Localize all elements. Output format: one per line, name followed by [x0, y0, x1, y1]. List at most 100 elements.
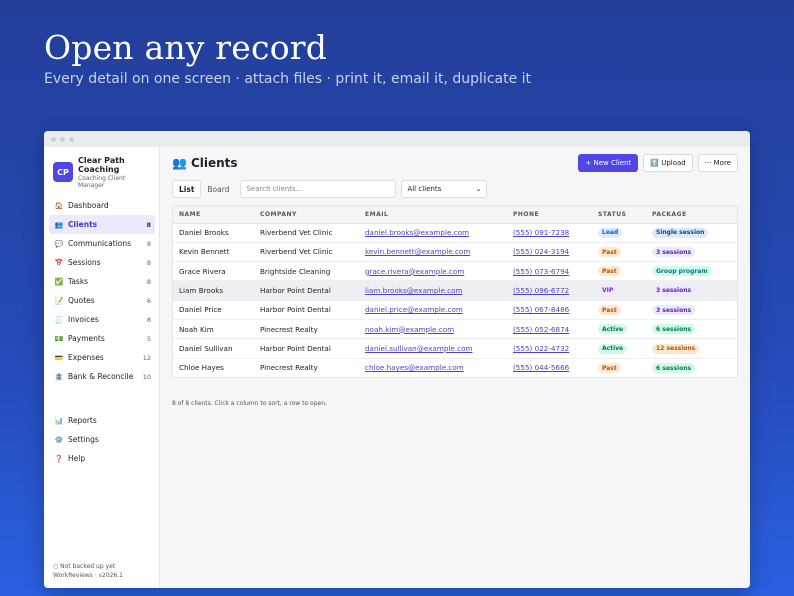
status-cell: VIP: [592, 280, 646, 301]
status-badge: Past: [598, 305, 621, 316]
sidebar-item-quotes[interactable]: 📝 Quotes 6: [49, 291, 155, 310]
status-badge: Past: [598, 247, 621, 258]
table-row[interactable]: Grace Rivera Brightside Cleaning grace.riv…: [173, 261, 737, 282]
email-link[interactable]: daniel.sullivan@example.com: [365, 344, 473, 353]
sidebar-item-reports[interactable]: 📊 Reports: [49, 411, 155, 430]
email-link[interactable]: grace.rivera@example.com: [365, 267, 464, 276]
table-row[interactable]: Noah Kim Pinecrest Realty noah.kim@example…: [173, 319, 737, 340]
sidebar-item-expenses[interactable]: 💳 Expenses 12: [49, 348, 155, 367]
sidebar-item-label: Expenses: [68, 353, 104, 362]
sidebar-item-clients[interactable]: 👥 Clients 8: [49, 215, 155, 234]
client-name-cell: Chloe Hayes: [179, 363, 224, 373]
sidebar-item-help[interactable]: ❓ Help: [49, 449, 155, 468]
sidebar-footer: ○ Not backed up yet WorkReviews · v2026.…: [53, 562, 123, 580]
window-dot-icon[interactable]: [51, 136, 56, 142]
bank-icon: 🏦: [54, 372, 64, 381]
sidebar-item-settings[interactable]: ⚙️ Settings: [49, 430, 155, 449]
window-dot-icon[interactable]: [69, 136, 74, 142]
phone-link[interactable]: (555) 096-6772: [513, 286, 569, 295]
company-cell: Riverbend Vet Clinic: [254, 223, 359, 243]
company-cell: Harbor Point Dental: [254, 338, 359, 359]
column-header-company[interactable]: COMPANY: [254, 206, 359, 224]
column-header-name[interactable]: NAME: [173, 206, 254, 224]
package-cell: 3 sessions: [646, 242, 737, 263]
phone-link[interactable]: (555) 073-6794: [513, 267, 569, 276]
package-cell: 6 sessions: [646, 319, 737, 340]
new-client-button[interactable]: + New Client: [578, 154, 639, 172]
package-cell: 3 sessions: [646, 300, 737, 320]
sidebar-item-payments[interactable]: 💵 Payments 5: [49, 329, 155, 348]
package-cell: 3 sessions: [646, 280, 737, 301]
sidebar-item-label: Quotes: [68, 296, 95, 305]
email-cell: daniel.sullivan@example.com: [359, 338, 507, 359]
phone-link[interactable]: (555) 052-6874: [513, 325, 569, 334]
sidebar-item-tasks[interactable]: ✅ Tasks 8: [49, 272, 155, 291]
backup-status: ○ Not backed up yet: [53, 563, 116, 570]
sidebar-item-label: Settings: [68, 435, 99, 444]
status-cell: Past: [592, 242, 646, 263]
view-board-tab[interactable]: Board: [201, 180, 235, 198]
phone-cell: (555) 024-3194: [507, 242, 592, 263]
email-link[interactable]: liam.brooks@example.com: [365, 286, 463, 295]
package-badge: 6 sessions: [652, 363, 696, 374]
phone-link[interactable]: (555) 022-4732: [513, 344, 569, 353]
sidebar-item-invoices[interactable]: 🧾 Invoices 8: [49, 310, 155, 329]
column-header-package[interactable]: PACKAGE: [646, 206, 737, 224]
sidebar-item-label: Payments: [68, 334, 105, 343]
client-name-cell: Kevin Bennett: [173, 242, 254, 263]
status-cell: Past: [592, 358, 646, 377]
table-row[interactable]: Kevin Bennett Riverbend Vet Clinic kevin.b…: [173, 242, 737, 263]
phone-link[interactable]: (555) 067-8486: [513, 305, 569, 314]
company-cell: Riverbend Vet Clinic: [254, 242, 359, 263]
list-toolbar: List Board Search clients... All clients…: [172, 180, 738, 198]
email-link[interactable]: noah.kim@example.com: [365, 325, 454, 334]
package-cell: 6 sessions: [646, 358, 737, 377]
package-badge: 3 sessions: [652, 305, 696, 316]
package-cell: Single session: [646, 223, 737, 243]
table-row[interactable]: Daniel Sullivan Harbor Point Dental daniel…: [173, 338, 737, 359]
sidebar-item-label: Help: [68, 454, 86, 463]
client-name-cell: Daniel Brooks: [173, 223, 254, 243]
sidebar-item-sessions[interactable]: 📅 Sessions 8: [49, 253, 155, 272]
sidebar-item-communications[interactable]: 💬 Communications 8: [49, 234, 155, 253]
filter-select[interactable]: All clients ⌄: [401, 180, 488, 198]
sidebar-item-label: Clients: [68, 220, 98, 229]
email-link[interactable]: chloe.hayes@example.com: [365, 363, 464, 372]
package-badge: 3 sessions: [652, 247, 696, 258]
phone-link[interactable]: (555) 091-7238: [513, 228, 569, 237]
memo-icon: 📝: [54, 296, 64, 305]
table-row[interactable]: Daniel Price Harbor Point Dental daniel.pr…: [173, 300, 737, 320]
header-actions: + New Client ⬆️ Upload ··· More: [578, 154, 738, 172]
table-row[interactable]: Chloe Hayes Pinecrest Realty chloe.hayes@e…: [173, 358, 737, 377]
sidebar-item-label: Invoices: [68, 315, 99, 324]
sidebar-item-dashboard[interactable]: 🏠 Dashboard: [49, 196, 155, 215]
package-badge: 3 sessions: [652, 285, 696, 296]
email-link[interactable]: daniel.price@example.com: [365, 305, 463, 314]
window-dot-icon[interactable]: [60, 136, 65, 142]
sidebar-item-bank-reconcile[interactable]: 🏦 Bank & Reconcile 10: [49, 367, 155, 386]
phone-cell: (555) 096-6772: [507, 280, 592, 301]
phone-link[interactable]: (555) 044-5666: [513, 363, 569, 372]
column-header-email[interactable]: EMAIL: [359, 206, 507, 224]
status-badge: Active: [598, 343, 628, 354]
table-row[interactable]: Liam Brooks Harbor Point Dental liam.brook…: [173, 280, 737, 301]
column-header-phone[interactable]: PHONE: [507, 206, 592, 224]
email-link[interactable]: kevin.bennett@example.com: [365, 247, 470, 256]
view-list-tab[interactable]: List: [172, 180, 202, 198]
search-input[interactable]: Search clients...: [240, 180, 397, 198]
email-cell: grace.rivera@example.com: [359, 261, 507, 282]
package-badge: 12 sessions: [652, 343, 700, 354]
sidebar-item-label: Tasks: [68, 277, 89, 286]
phone-link[interactable]: (555) 024-3194: [513, 247, 569, 256]
column-header-status[interactable]: STATUS: [592, 206, 646, 224]
table-header-row: NAME COMPANY EMAIL PHONE STATUS PACKAGE: [173, 206, 737, 224]
table-row[interactable]: Daniel Brooks Riverbend Vet Clinic daniel.…: [173, 223, 737, 243]
status-cell: Active: [592, 319, 646, 340]
company-cell: Pinecrest Realty: [254, 319, 359, 340]
more-button[interactable]: ··· More: [697, 154, 738, 172]
email-link[interactable]: daniel.brooks@example.com: [365, 228, 469, 237]
email-cell: noah.kim@example.com: [359, 319, 507, 340]
status-badge: Past: [598, 363, 621, 374]
page-title: 👥 Clients: [172, 156, 238, 170]
upload-button[interactable]: ⬆️ Upload: [643, 154, 693, 172]
